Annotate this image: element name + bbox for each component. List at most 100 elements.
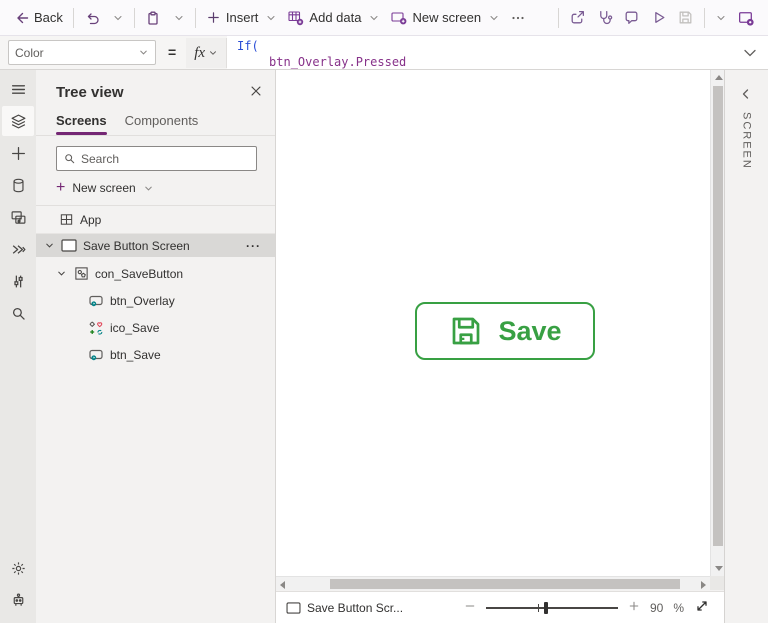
- publish-button[interactable]: [732, 4, 760, 32]
- media-rail-button[interactable]: [2, 202, 34, 232]
- fx-button[interactable]: fx: [186, 38, 228, 68]
- clipboard-icon: [145, 10, 161, 26]
- data-rail-button[interactable]: [2, 170, 34, 200]
- status-screen-name: Save Button Scr...: [307, 600, 404, 615]
- vertical-scrollbar-thumb[interactable]: [713, 86, 723, 546]
- scrollbar-corner: [710, 576, 724, 590]
- add-data-icon: [287, 9, 304, 26]
- add-data-label: Add data: [309, 10, 362, 25]
- plus-icon: [11, 146, 25, 160]
- hamburger-icon: [11, 84, 25, 94]
- search-rail-button[interactable]: [2, 298, 34, 328]
- app-checker-button[interactable]: [591, 4, 618, 32]
- canvas-area: Save Save Button Scr... 90 %: [276, 70, 724, 623]
- save-button-label: Save: [498, 315, 562, 346]
- paste-button[interactable]: [140, 4, 166, 32]
- status-bar: Save Button Scr... 90 %: [276, 591, 724, 623]
- scroll-down-arrow-icon[interactable]: [715, 566, 723, 571]
- vertical-scrollbar[interactable]: [710, 70, 724, 576]
- horizontal-scrollbar[interactable]: [276, 576, 710, 590]
- insert-menu-button[interactable]: Insert: [201, 4, 283, 32]
- close-icon: [251, 86, 261, 96]
- properties-panel-collapsed[interactable]: SCREEN: [724, 70, 768, 623]
- share-button[interactable]: [564, 4, 591, 32]
- tree-view-title: Tree view: [56, 84, 124, 101]
- share-icon: [571, 11, 584, 24]
- top-toolbar: Back Insert Add data New screen: [0, 0, 768, 36]
- scroll-left-arrow-icon[interactable]: [280, 581, 285, 589]
- status-screen-selector[interactable]: Save Button Scr...: [286, 601, 403, 615]
- gear-icon: [11, 561, 25, 575]
- hamburger-menu-button[interactable]: [2, 74, 34, 104]
- more-options-button[interactable]: ···: [246, 239, 275, 253]
- plus-icon: +: [56, 179, 66, 196]
- tree-view-header: Tree view: [36, 70, 275, 107]
- tab-components[interactable]: Components: [125, 113, 199, 135]
- publish-icon: [739, 11, 754, 26]
- add-data-button[interactable]: Add data: [282, 4, 385, 32]
- tree-item-btn-save[interactable]: btn_Save: [36, 343, 275, 366]
- layers-icon: [11, 114, 25, 128]
- formula-bar-expand-button[interactable]: [732, 36, 768, 69]
- app-screen-canvas[interactable]: Save: [276, 70, 710, 576]
- tree-item-label: ico_Save: [110, 320, 160, 335]
- back-button[interactable]: Back: [8, 4, 68, 32]
- new-screen-button[interactable]: New screen: [385, 4, 505, 32]
- advanced-tools-rail-button[interactable]: [2, 266, 34, 296]
- media-icon: [11, 210, 25, 224]
- save-disk-icon: [453, 317, 480, 345]
- formula-input[interactable]: If( btn_Overlay.Pressed: [227, 36, 732, 69]
- tree-search-input[interactable]: [81, 151, 250, 166]
- settings-rail-button[interactable]: [2, 553, 34, 583]
- zoom-out-button[interactable]: [464, 600, 476, 615]
- zoom-slider[interactable]: [485, 601, 618, 615]
- tree-item-ico-save[interactable]: ico_Save: [36, 316, 275, 339]
- more-commands-button[interactable]: [505, 4, 531, 32]
- canvas-save-button[interactable]: Save: [415, 302, 595, 360]
- button-control-icon: [88, 347, 104, 363]
- zoom-percent-value: 90: [649, 600, 664, 615]
- undo-button[interactable]: [79, 4, 105, 32]
- app-checker-icon: [600, 11, 613, 25]
- undo-dropdown-chevron[interactable]: [105, 4, 129, 32]
- tree-item-con-savebutton[interactable]: con_SaveButton: [36, 262, 275, 285]
- fit-to-window-button[interactable]: [694, 598, 710, 617]
- new-screen-icon: [390, 9, 407, 26]
- expand-panel-button[interactable]: [738, 86, 754, 107]
- close-panel-button[interactable]: [249, 84, 263, 101]
- chevron-down-icon: [744, 49, 756, 56]
- horizontal-scrollbar-thumb[interactable]: [330, 579, 680, 589]
- scroll-right-arrow-icon[interactable]: [701, 581, 706, 589]
- container-icon: [73, 266, 89, 282]
- chevron-down-icon[interactable]: [44, 240, 55, 251]
- zoom-slider-handle[interactable]: [543, 601, 548, 614]
- chevron-left-icon: [742, 89, 749, 99]
- preview-play-button[interactable]: [645, 4, 672, 32]
- comments-button[interactable]: [618, 4, 645, 32]
- search-icon: [12, 307, 25, 320]
- tree-search-box[interactable]: [56, 146, 257, 171]
- fx-label: fx: [194, 44, 206, 61]
- save-options-chevron[interactable]: [710, 4, 732, 32]
- property-selector[interactable]: Color: [8, 40, 156, 65]
- zoom-slider-track[interactable]: [485, 606, 618, 609]
- new-screen-tree-button[interactable]: + New screen: [36, 171, 275, 206]
- tree-item-save-button-screen[interactable]: Save Button Screen ···: [36, 234, 275, 257]
- save-app-button[interactable]: [672, 4, 699, 32]
- zoom-controls: 90 %: [464, 598, 710, 617]
- chevron-down-icon[interactable]: [56, 268, 67, 279]
- paste-dropdown-chevron[interactable]: [166, 4, 190, 32]
- virtual-agent-rail-button[interactable]: [2, 585, 34, 615]
- scroll-up-arrow-icon[interactable]: [715, 75, 723, 80]
- chevron-down-icon: [370, 15, 378, 20]
- tab-screens[interactable]: Screens: [56, 113, 107, 135]
- toolbar-right-group: [553, 4, 760, 32]
- insert-rail-button[interactable]: [2, 138, 34, 168]
- tree-item-app[interactable]: App: [36, 206, 275, 234]
- tree-view-rail-button[interactable]: [2, 106, 34, 136]
- powerapps-studio-window: Back Insert Add data New screen Color = …: [0, 0, 768, 623]
- power-automate-rail-button[interactable]: [2, 234, 34, 264]
- zoom-in-button[interactable]: [628, 600, 640, 615]
- new-screen-label: New screen: [412, 10, 482, 25]
- tree-item-btn-overlay[interactable]: btn_Overlay: [36, 289, 275, 312]
